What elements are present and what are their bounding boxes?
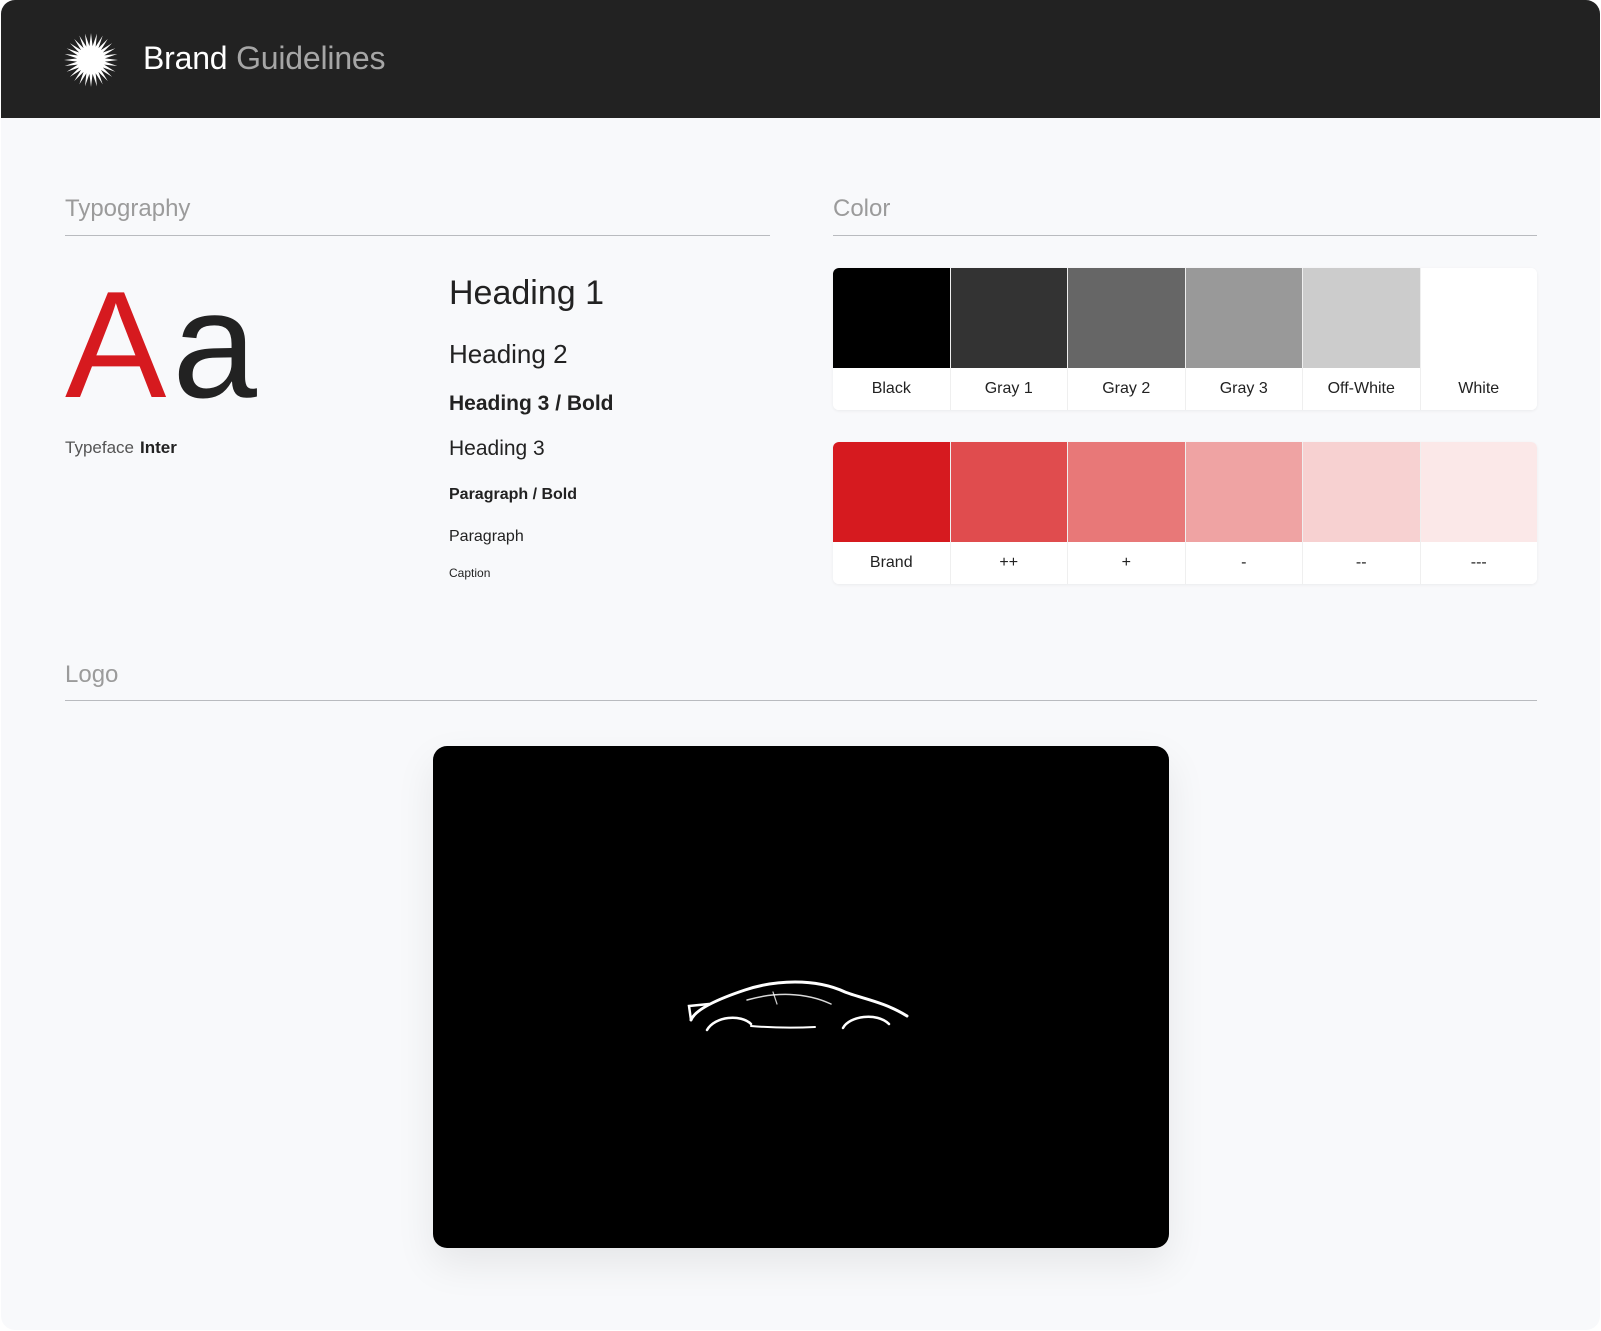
swatch-off-white: Off-White: [1303, 268, 1421, 410]
swatch-chip: [1185, 442, 1302, 542]
starburst-icon: [64, 33, 118, 87]
swatch-chip: [1068, 268, 1185, 368]
type-style-heading-3: Heading 3: [449, 437, 545, 460]
page-title: Brand Guidelines: [143, 38, 386, 78]
header-bar: Brand Guidelines: [1, 0, 1600, 118]
brand-guidelines-page: Brand Guidelines Typography Aa Typeface I…: [1, 0, 1600, 1330]
swatch-chip: [950, 442, 1067, 542]
swatch-label: +: [1068, 542, 1185, 584]
typeface-name: Inter: [140, 438, 177, 457]
typography-divider: [65, 235, 770, 236]
swatch-label: --: [1303, 542, 1420, 584]
logo-preview-card: [433, 746, 1169, 1248]
swatch-brand-minus-1: -: [1185, 442, 1303, 584]
typeface-label: Typeface: [65, 438, 134, 457]
swatch-label: Black: [833, 368, 950, 410]
swatch-label: Off-White: [1303, 368, 1420, 410]
swatch-brand-plus-2: ++: [950, 442, 1068, 584]
title-secondary: Guidelines: [236, 40, 386, 76]
type-style-caption: Caption: [449, 566, 491, 580]
swatch-chip: [833, 268, 950, 368]
swatch-chip: [1068, 442, 1185, 542]
swatch-chip: [1420, 442, 1537, 542]
swatch-chip: [1420, 268, 1537, 368]
type-style-heading-2: Heading 2: [449, 339, 568, 369]
swatch-label: Gray 1: [950, 368, 1067, 410]
swatch-label: White: [1420, 368, 1537, 410]
swatch-chip: [833, 442, 950, 542]
swatch-chip: [950, 268, 1067, 368]
swatch-gray-1: Gray 1: [950, 268, 1068, 410]
swatch-gray-3: Gray 3: [1185, 268, 1303, 410]
color-section-title: Color: [833, 195, 891, 222]
typeface-sample-upper: A: [65, 260, 173, 430]
type-style-paragraph: Paragraph: [449, 528, 524, 545]
typeface-sample: Aa: [65, 269, 263, 421]
neutral-palette: Black Gray 1 Gray 2 Gray 3 Off-White Whi…: [833, 268, 1537, 410]
typeface-info: Typeface Inter: [65, 438, 177, 458]
typography-section-title: Typography: [65, 195, 191, 222]
swatch-label: -: [1185, 542, 1302, 584]
swatch-label: ---: [1420, 542, 1537, 584]
swatch-black: Black: [833, 268, 951, 410]
logo-divider: [65, 700, 1537, 701]
swatch-white: White: [1420, 268, 1537, 410]
type-style-heading-1: Heading 1: [449, 274, 605, 312]
typeface-sample-lower: a: [172, 260, 263, 430]
swatch-label: Brand: [833, 542, 950, 584]
brand-palette: Brand ++ + - -- ---: [833, 442, 1537, 584]
swatch-brand-plus-1: +: [1068, 442, 1186, 584]
swatch-label: ++: [950, 542, 1067, 584]
swatch-brand-minus-2: --: [1303, 442, 1421, 584]
swatch-brand: Brand: [833, 442, 951, 584]
swatch-chip: [1185, 268, 1302, 368]
type-style-heading-3-bold: Heading 3 / Bold: [449, 392, 614, 415]
title-primary: Brand: [143, 40, 228, 76]
type-style-paragraph-bold: Paragraph / Bold: [449, 486, 578, 503]
car-silhouette-icon: [687, 980, 909, 1032]
swatch-brand-minus-3: ---: [1420, 442, 1537, 584]
swatch-chip: [1303, 268, 1420, 368]
color-divider: [833, 235, 1537, 236]
swatch-label: Gray 3: [1185, 368, 1302, 410]
logo-section-title: Logo: [65, 661, 119, 688]
swatch-gray-2: Gray 2: [1068, 268, 1186, 410]
swatch-chip: [1303, 442, 1420, 542]
swatch-label: Gray 2: [1068, 368, 1185, 410]
